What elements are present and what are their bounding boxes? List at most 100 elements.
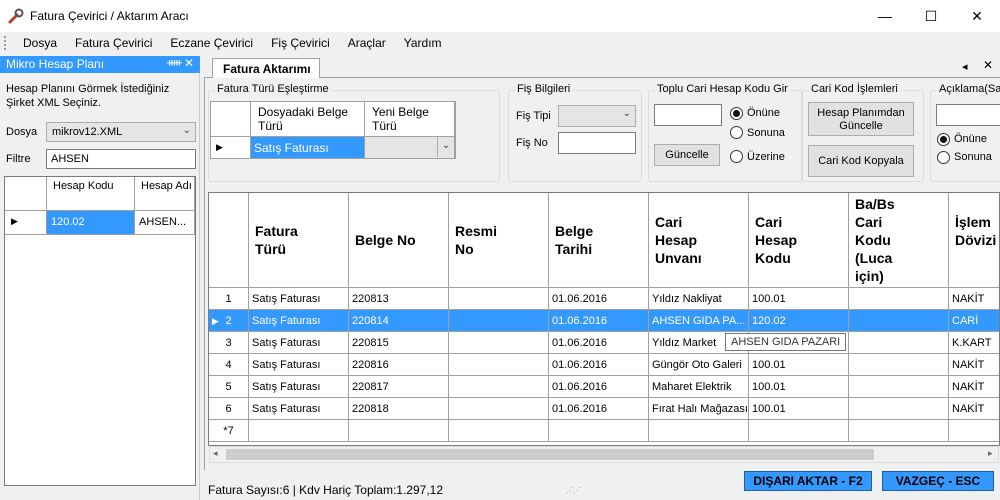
cell-fatura-turu[interactable]: Satış Faturası [249,310,349,332]
new-row-cell[interactable] [249,420,349,442]
new-row-cell[interactable] [649,420,749,442]
yeni-belge-turu-select[interactable]: ⌄ [365,137,455,159]
cari-kod-kopyala-button[interactable]: Cari Kod Kopyala [808,145,914,177]
fatura-grid[interactable]: Fatura Türü Belge No Resmi No Belge Tari… [208,192,1000,446]
fis-tipi-select[interactable]: ⌄ [558,105,636,127]
cell-islem-dovizi[interactable]: NAKİT [949,376,999,398]
close-button[interactable]: ✕ [954,0,1000,32]
col-header-fatura-turu[interactable]: Fatura Türü [249,193,349,288]
toplu-cari-radio-onune[interactable] [730,107,743,120]
cell-babs[interactable] [849,376,949,398]
filtre-input[interactable]: AHSEN [46,149,196,169]
cell-belge-no[interactable]: 220817 [349,376,449,398]
tab-close-icon[interactable]: ✕ [983,58,993,72]
row-header[interactable]: 3 [209,332,249,354]
toplu-cari-input[interactable] [654,104,722,126]
scroll-thumb[interactable] [226,449,874,460]
cell-belge-no[interactable]: 220814 [349,310,449,332]
new-row-cell[interactable] [949,420,999,442]
aciklama-radio-sonuna[interactable] [937,151,950,164]
cell-resmi-no[interactable] [449,354,549,376]
col-header-cari-kod[interactable]: Cari Hesap Kodu [749,193,849,288]
cell-fatura-turu[interactable]: Satış Faturası [249,376,349,398]
cell-cari-unvan[interactable]: Güngör Oto Galeri [649,354,749,376]
cell-cari-kod[interactable]: 120.02 [749,310,849,332]
menu-fatura-cevirici[interactable]: Fatura Çevirici [66,32,161,54]
cell-islem-dovizi[interactable]: K.KART [949,332,999,354]
row-header[interactable]: 2 ▶ [209,310,249,332]
cell-resmi-no[interactable] [449,332,549,354]
pin-icon[interactable]: ᚔ [167,56,182,69]
menu-araclar[interactable]: Araçlar [339,32,395,54]
cell-belge-tarihi[interactable]: 01.06.2016 [549,376,649,398]
cell-babs[interactable] [849,288,949,310]
row-header[interactable]: 6 [209,398,249,420]
hesap-grid-header-ad[interactable]: Hesap Adı [135,177,195,211]
scroll-left-icon[interactable]: ◂ [213,448,218,459]
cell-belge-tarihi[interactable]: 01.06.2016 [549,310,649,332]
cell-islem-dovizi[interactable]: NAKİT [949,288,999,310]
new-row-cell[interactable] [749,420,849,442]
cell-cari-kod[interactable]: 100.01 [749,398,849,420]
cell-belge-no[interactable]: 220813 [349,288,449,310]
scroll-right-icon[interactable]: ▸ [988,448,993,459]
cell-resmi-no[interactable] [449,288,549,310]
toplu-cari-radio-uzerine[interactable] [730,150,743,163]
fatura-turu-cell-dosyadaki[interactable]: Satış Faturası [251,137,365,159]
new-row-cell[interactable] [449,420,549,442]
menu-dosya[interactable]: Dosya [14,32,66,54]
disari-aktar-button[interactable]: DIŞARI AKTAR - F2 [744,471,872,491]
aciklama-radio-onune[interactable] [937,133,950,146]
cell-belge-no[interactable]: 220818 [349,398,449,420]
fis-no-input[interactable] [558,132,636,154]
col-header-babs[interactable]: Ba/Bs Cari Kodu (Luca için) [849,193,949,288]
fatura-turu-header-yeni[interactable]: Yeni Belge Türü [365,102,455,137]
cell-resmi-no[interactable] [449,310,549,332]
cell-belge-tarihi[interactable]: 01.06.2016 [549,288,649,310]
new-row-cell[interactable] [849,420,949,442]
col-header-belge-tarihi[interactable]: Belge Tarihi [549,193,649,288]
minimize-button[interactable]: — [862,0,908,32]
col-header-resmi-no[interactable]: Resmi No [449,193,549,288]
toplu-cari-radio-sonuna[interactable] [730,126,743,139]
cell-belge-tarihi[interactable]: 01.06.2016 [549,354,649,376]
tab-scroll-left-icon[interactable]: ◂ [962,60,968,73]
menu-eczane-cevirici[interactable]: Eczane Çevirici [161,32,262,54]
row-header[interactable]: 4 [209,354,249,376]
guncelle-button[interactable]: Güncelle [654,144,720,166]
cell-cari-kod[interactable]: 100.01 [749,288,849,310]
fatura-turu-header-dosyadaki[interactable]: Dosyadaki Belge Türü [251,102,365,137]
cell-belge-tarihi[interactable]: 01.06.2016 [549,398,649,420]
fatura-turu-grid[interactable]: Dosyadaki Belge Türü Yeni Belge Türü ▶ S… [210,101,456,159]
col-header-cari-unvan[interactable]: Cari Hesap Unvanı [649,193,749,288]
cell-resmi-no[interactable] [449,376,549,398]
cell-babs[interactable] [849,310,949,332]
cell-cari-unvan[interactable]: AHSEN GIDA PA... [649,310,749,332]
aciklama-input[interactable] [936,104,1000,126]
vazgec-button[interactable]: VAZGEÇ - ESC [882,471,994,491]
row-header[interactable]: 5 [209,376,249,398]
cell-belge-tarihi[interactable]: 01.06.2016 [549,332,649,354]
cell-fatura-turu[interactable]: Satış Faturası [249,332,349,354]
cell-cari-unvan[interactable]: Yıldız Nakliyat [649,288,749,310]
hesap-grid-header-kod[interactable]: Hesap Kodu [47,177,135,211]
fatura-grid-hscrollbar[interactable]: ◂ ▸ [209,446,999,463]
cell-cari-kod[interactable]: 100.01 [749,354,849,376]
cell-islem-dovizi[interactable]: NAKİT [949,398,999,420]
cell-fatura-turu[interactable]: Satış Faturası [249,398,349,420]
cell-cari-unvan[interactable]: Fırat Halı Mağazası [649,398,749,420]
cell-belge-no[interactable]: 220816 [349,354,449,376]
row-header[interactable]: 1 [209,288,249,310]
cell-cari-unvan[interactable]: Maharet Elektrik [649,376,749,398]
new-row-cell[interactable] [349,420,449,442]
hesap-grid-cell-ad[interactable]: AHSEN... [135,211,195,235]
cell-belge-no[interactable]: 220815 [349,332,449,354]
dosya-select[interactable]: mikrov12.XML ⌄ [46,122,196,142]
hesap-planimdan-guncelle-button[interactable]: Hesap Planımdan Güncelle [808,102,914,136]
cell-resmi-no[interactable] [449,398,549,420]
cell-babs[interactable] [849,398,949,420]
col-header-islem-dovizi[interactable]: İşlem Dövizi [949,193,999,288]
maximize-button[interactable]: ☐ [908,0,954,32]
cell-babs[interactable] [849,354,949,376]
cell-islem-dovizi[interactable]: NAKİT [949,354,999,376]
